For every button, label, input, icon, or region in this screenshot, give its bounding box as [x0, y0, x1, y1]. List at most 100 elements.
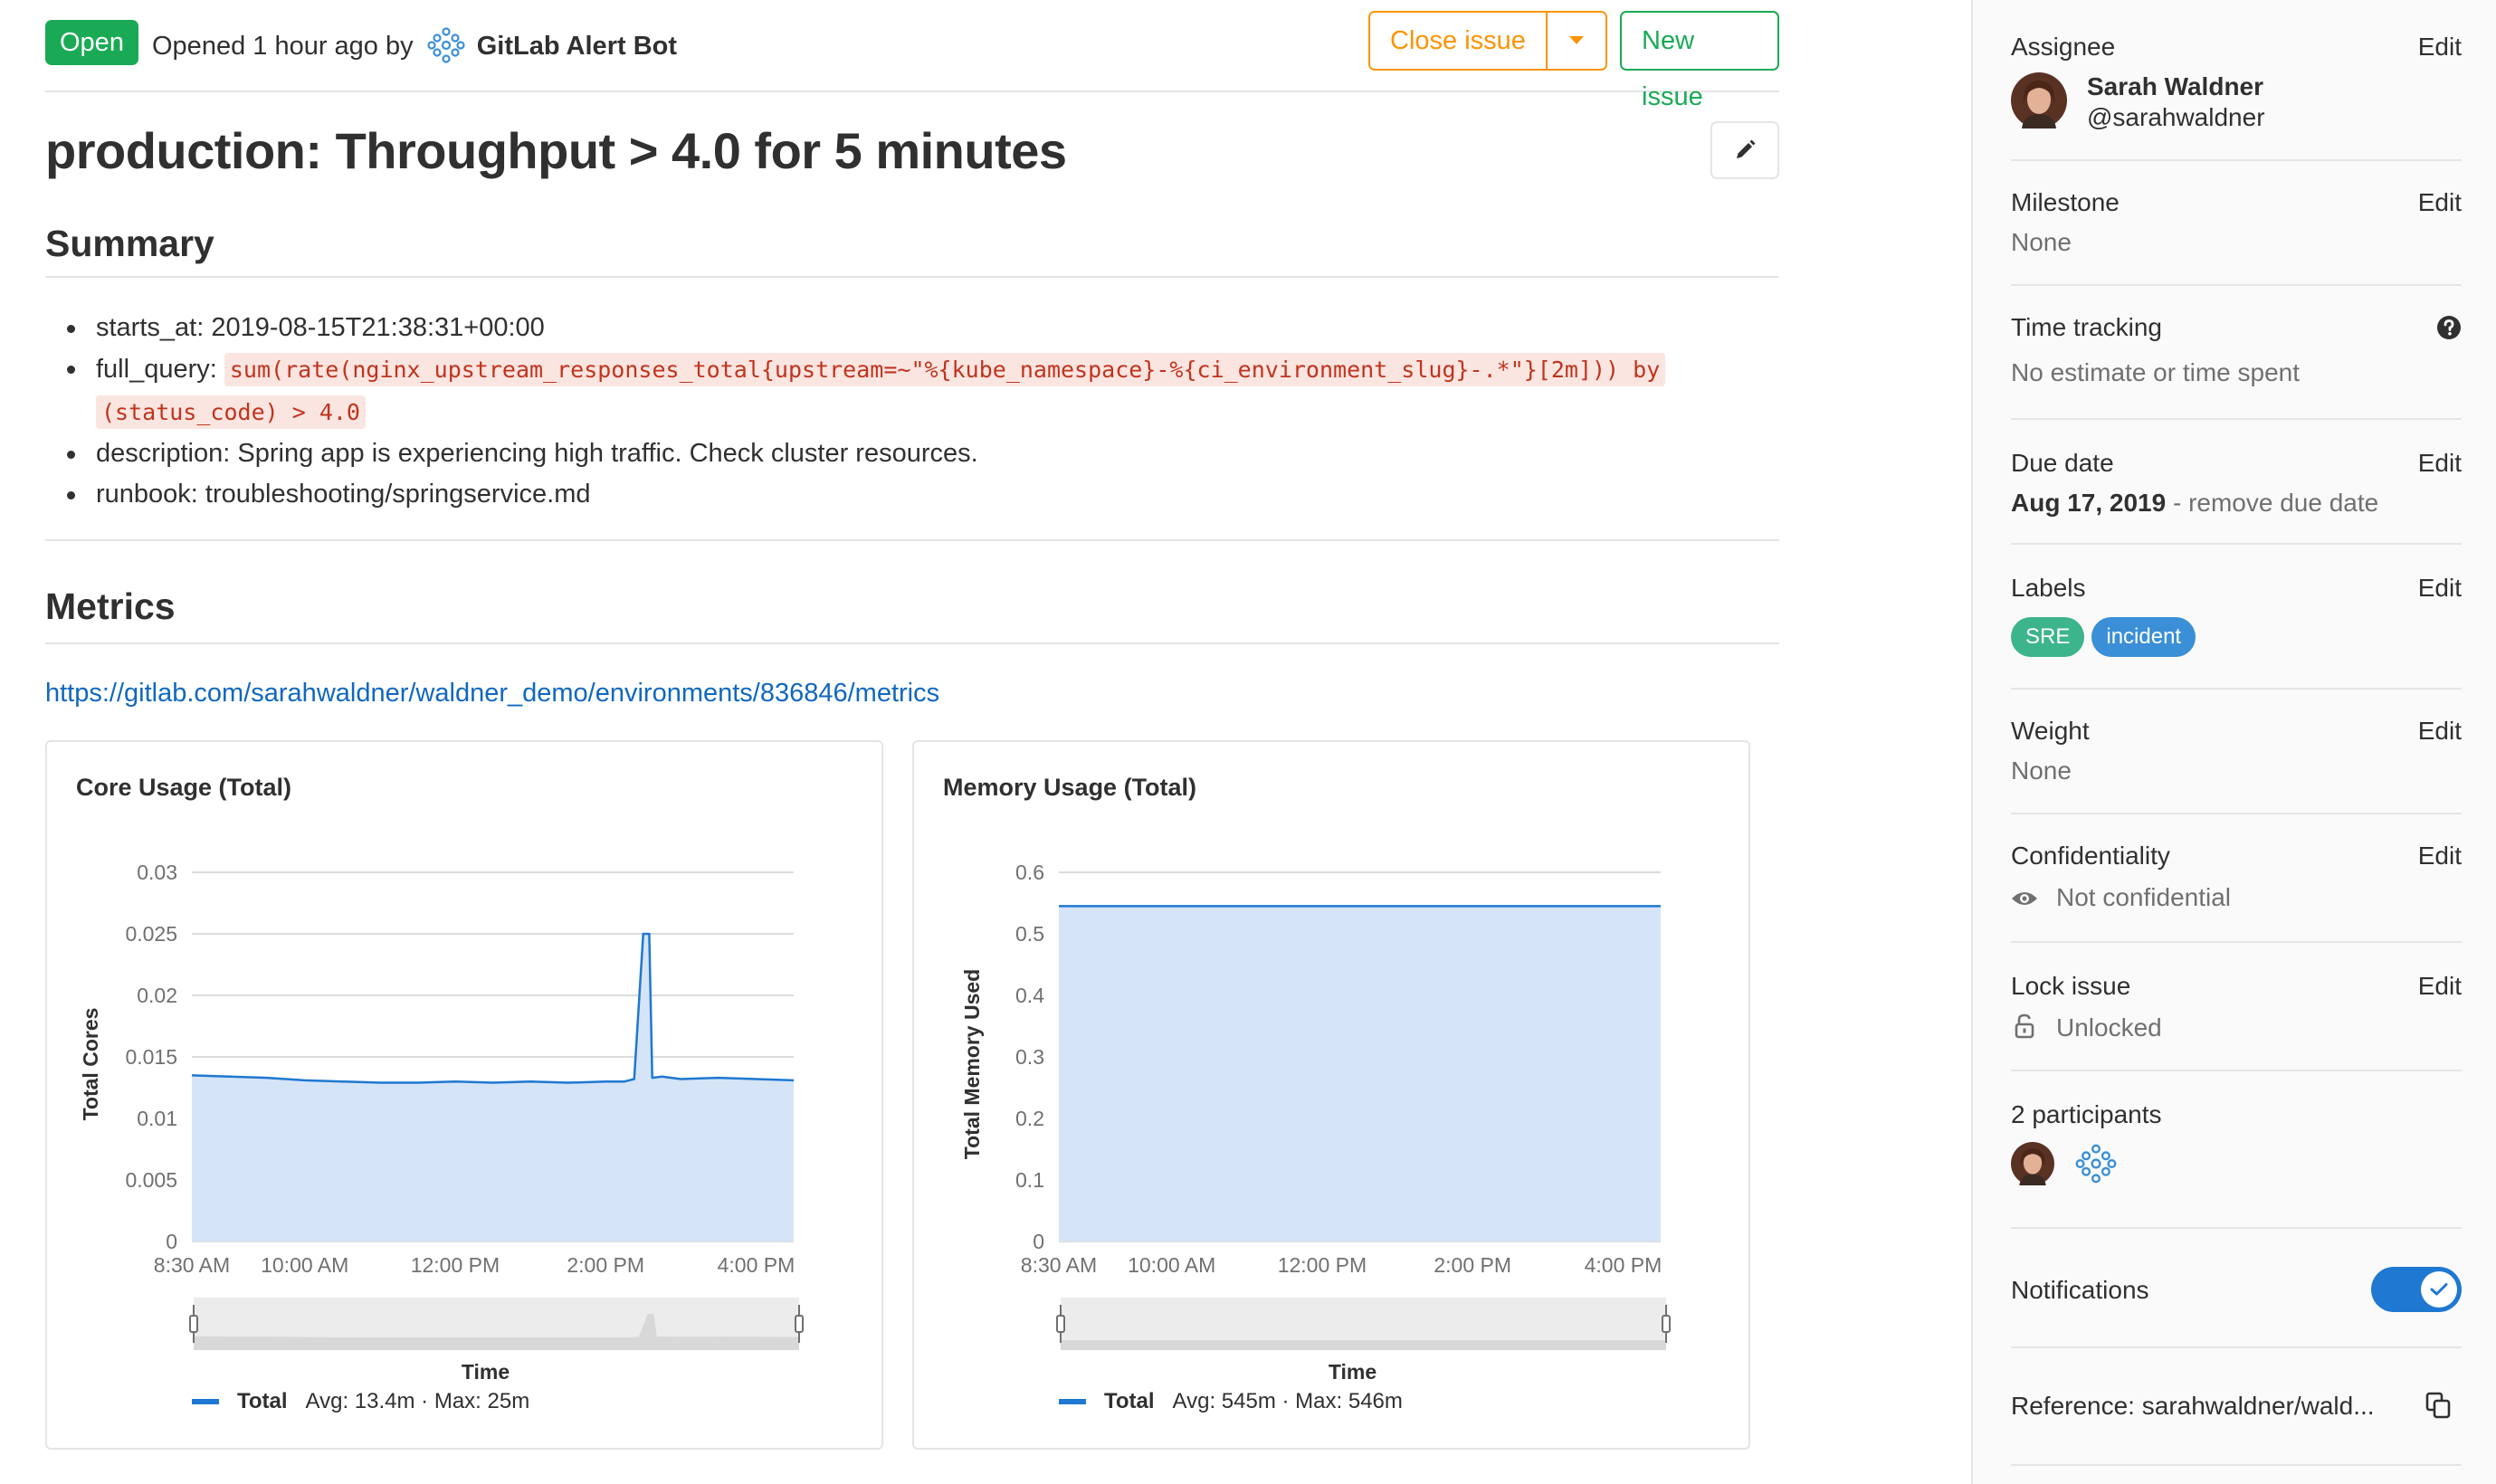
list-item: full_query: sum(rate(nginx_upstream_resp…: [45, 348, 1779, 433]
section-divider: [45, 539, 1779, 541]
issue-title: production: Throughput > 4.0 for 5 minut…: [45, 122, 1067, 179]
chart-plot[interactable]: 0 0.1 0.2 0.3 0.4 0.5 0.6 8:30 AM 10:00 AM 12:00 …: [914, 742, 1752, 1451]
milestone-label: Milestone: [2011, 188, 2120, 216]
milestone-value: None: [2011, 228, 2072, 256]
sidebar-participants: 2 participants: [2011, 1071, 2462, 1229]
notifications-toggle[interactable]: [2371, 1267, 2462, 1312]
x-tick-label: 12:00 PM: [411, 1253, 500, 1277]
x-tick-label: 2:00 PM: [1434, 1253, 1511, 1277]
x-tick-label: 2:00 PM: [567, 1253, 644, 1277]
y-tick-label: 0.015: [125, 1045, 177, 1069]
status-badge: Open: [45, 20, 138, 65]
eye-icon: [2012, 892, 2037, 905]
close-issue-button[interactable]: Close issue: [1370, 13, 1548, 69]
x-tick-label: 8:30 AM: [154, 1253, 230, 1277]
due-date-value: Aug 17, 2019: [2011, 489, 2167, 517]
sidebar-due-date: Due date Edit Aug 17, 2019 - remove due …: [2011, 420, 2462, 545]
y-tick-label: 0.5: [1015, 922, 1044, 946]
chart-legend[interactable]: Total Avg: 13.4m · Max: 25m: [192, 1388, 529, 1415]
participant-avatar[interactable]: [2011, 1142, 2054, 1185]
assignee-edit-link[interactable]: Edit: [2418, 31, 2462, 63]
issue-sidebar: Assignee Edit Sarah Waldner @sarahwaldne…: [1971, 0, 2496, 1484]
sidebar-lock: Lock issue Edit Unlocked: [2011, 943, 2462, 1071]
y-tick-label: 0.02: [137, 984, 177, 1007]
core-usage-chart: Core Usage (Total) 0 0.005 0.01 0.015 0.02 0.…: [45, 740, 883, 1450]
milestone-edit-link[interactable]: Edit: [2418, 186, 2462, 219]
item-value: troubleshooting/springservice.md: [205, 480, 591, 509]
x-axis-label: Time: [1329, 1360, 1377, 1384]
remove-due-date-link[interactable]: - remove due date: [2166, 489, 2378, 517]
zoom-preview: [1061, 1340, 1666, 1350]
memory-usage-chart: Memory Usage (Total) 0 0.1 0.2 0.3 0.4 0.5 0.6…: [912, 740, 1750, 1450]
lock-open-icon: [2015, 1013, 2034, 1039]
assignee-name[interactable]: Sarah Waldner: [2087, 71, 2263, 103]
summary-divider: [45, 276, 1779, 278]
opened-text: Opened 1 hour ago by: [152, 32, 414, 61]
chart-plot[interactable]: 0 0.005 0.01 0.015 0.02 0.025 0.03 8:30 AM 10:00…: [47, 742, 885, 1451]
lock-edit-link[interactable]: Edit: [2418, 970, 2462, 1003]
toggle-knob: [2421, 1271, 2457, 1308]
lock-label: Lock issue: [2011, 972, 2131, 1000]
list-item: description: Spring app is experiencing …: [45, 433, 1779, 474]
list-item: starts_at: 2019-08-15T21:38:31+00:00: [45, 308, 1779, 348]
due-date-label: Due date: [2011, 449, 2114, 477]
y-tick-label: 0: [1033, 1230, 1044, 1253]
x-tick-label: 10:00 AM: [261, 1253, 348, 1277]
copy-icon[interactable]: [2425, 1392, 2451, 1419]
legend-series-name: Total: [1104, 1389, 1155, 1413]
author-link[interactable]: GitLab Alert Bot: [477, 32, 677, 61]
chart-legend[interactable]: Total Avg: 545m · Max: 546m: [1059, 1388, 1403, 1415]
sidebar-reference: Reference: sarahwaldner/wald...: [2011, 1348, 2462, 1466]
y-tick-label: 0.3: [1015, 1045, 1044, 1069]
item-key: runbook:: [96, 480, 198, 509]
lock-value: Unlocked: [2056, 1013, 2162, 1042]
reference-label: Reference: sarahwaldner/wald...: [2011, 1392, 2375, 1420]
sidebar-time-tracking: Time tracking No estimate or time spent: [2011, 286, 2462, 420]
assignee-username: @sarahwaldner: [2087, 103, 2265, 131]
bot-avatar-icon[interactable]: [426, 25, 466, 65]
labels-edit-link[interactable]: Edit: [2418, 572, 2462, 604]
weight-edit-link[interactable]: Edit: [2418, 715, 2462, 747]
weight-label: Weight: [2011, 717, 2090, 745]
x-tick-label: 12:00 PM: [1278, 1253, 1367, 1277]
participants-label: 2 participants: [2011, 1100, 2162, 1128]
y-tick-label: 0.6: [1015, 861, 1044, 884]
labels-label: Labels: [2011, 574, 2086, 602]
query-code-line2: (status_code) > 4.0: [96, 395, 366, 429]
label-sre[interactable]: SRE: [2011, 617, 2085, 657]
confidentiality-edit-link[interactable]: Edit: [2418, 840, 2462, 872]
sidebar-labels: Labels Edit SRE incident: [2011, 545, 2462, 690]
x-tick-label: 4:00 PM: [718, 1253, 795, 1277]
check-icon: [2430, 1283, 2448, 1296]
close-issue-dropdown[interactable]: [1547, 13, 1605, 69]
sidebar-assignee: Assignee Edit Sarah Waldner @sarahwaldne…: [2011, 0, 2462, 161]
summary-heading: Summary: [45, 223, 214, 264]
y-tick-label: 0: [166, 1230, 177, 1253]
series-line: [191, 932, 795, 1084]
legend-stats: Avg: 545m · Max: 546m: [1172, 1389, 1403, 1413]
series-area: [1059, 906, 1661, 1241]
weight-value: None: [2011, 756, 2072, 785]
assignee-avatar[interactable]: [2011, 72, 2067, 128]
new-issue-button[interactable]: New issue: [1620, 11, 1779, 111]
y-tick-label: 0.2: [1015, 1107, 1044, 1130]
metrics-link[interactable]: https://gitlab.com/sarahwaldner/waldner_…: [45, 675, 939, 711]
zoom-handle-grip: [1056, 1315, 1065, 1333]
question-icon[interactable]: [2436, 315, 2462, 340]
confidentiality-value: Not confidential: [2056, 883, 2232, 911]
item-key: full_query:: [96, 355, 217, 384]
due-date-edit-link[interactable]: Edit: [2418, 447, 2462, 480]
time-tracking-value: No estimate or time spent: [2011, 358, 2301, 386]
y-tick-label: 0.1: [1015, 1168, 1044, 1192]
close-issue-group: Close issue: [1368, 11, 1607, 71]
time-tracking-label: Time tracking: [2011, 313, 2163, 341]
issue-main: Open Opened 1 hour ago by GitLab Alert B…: [0, 0, 1971, 1484]
edit-title-button[interactable]: [1710, 121, 1779, 179]
legend-series-name: Total: [237, 1389, 288, 1413]
label-incident[interactable]: incident: [2091, 617, 2196, 657]
participant-bot-avatar-icon[interactable]: [2074, 1142, 2118, 1185]
y-axis-label: Total Cores: [79, 1008, 102, 1121]
legend-swatch: [1059, 1399, 1086, 1404]
x-tick-label: 4:00 PM: [1585, 1253, 1662, 1277]
list-item: runbook: troubleshooting/springservice.m…: [45, 474, 1779, 515]
